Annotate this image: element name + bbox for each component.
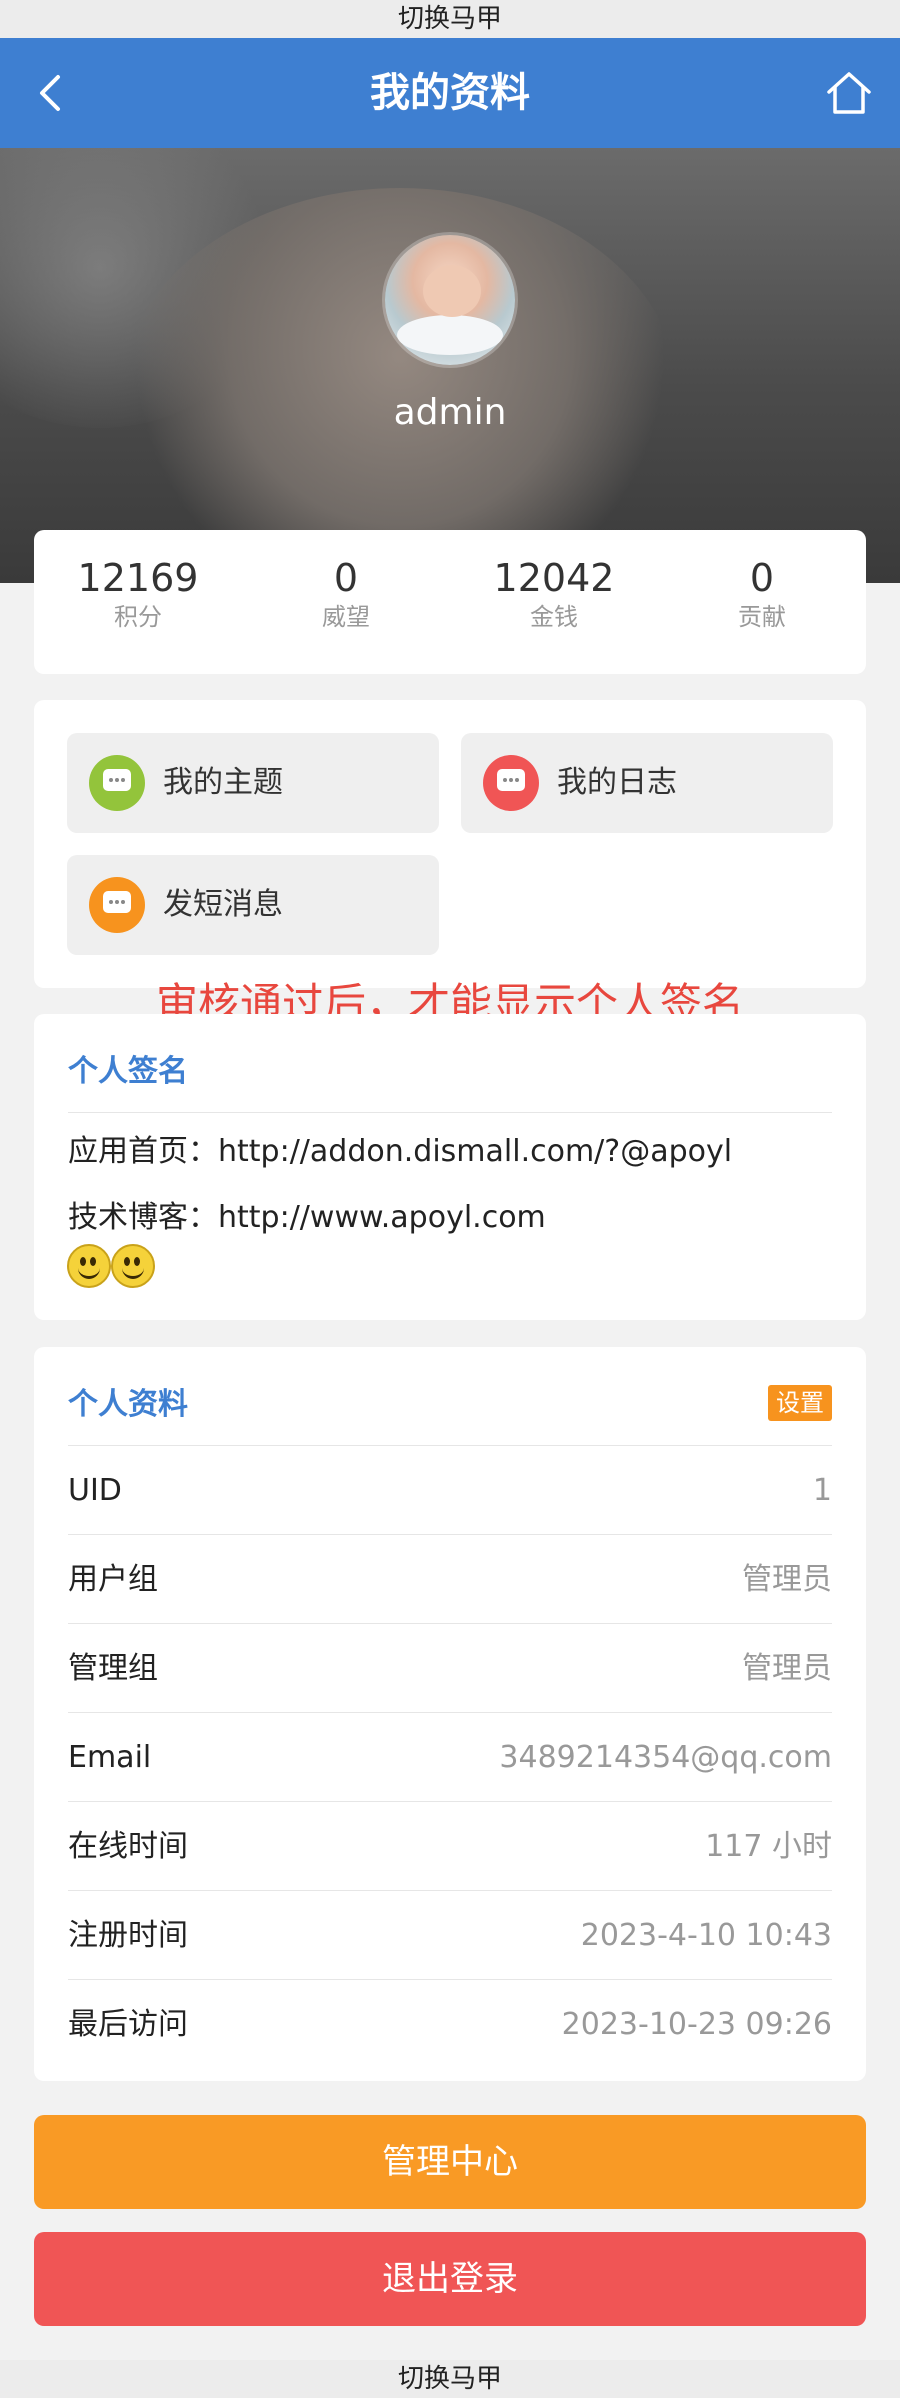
stat-value: 12042: [493, 556, 615, 600]
my-threads-button[interactable]: 我的主题: [67, 733, 439, 833]
row-value: 管理员: [742, 1651, 832, 1686]
admin-center-button[interactable]: 管理中心: [34, 2115, 866, 2209]
row-value: 2023-4-10 10:43: [580, 1918, 832, 1953]
profile-row-last-visit: 最后访问 2023-10-23 09:26: [68, 1979, 832, 2069]
home-icon[interactable]: [824, 68, 874, 118]
profile-row-register-time: 注册时间 2023-4-10 10:43: [68, 1890, 832, 1980]
row-value: 管理员: [742, 1562, 832, 1597]
stat-contribution: 0 贡献: [658, 530, 866, 634]
row-key: 注册时间: [68, 1918, 188, 1953]
row-value: 117 小时: [705, 1829, 832, 1864]
menu-label: 我的主题: [163, 765, 283, 800]
row-value: 3489214354@qq.com: [499, 1740, 832, 1775]
row-key: UID: [68, 1473, 122, 1508]
page-title: 我的资料: [370, 70, 530, 116]
row-value: 2023-10-23 09:26: [561, 2007, 832, 2042]
signature-line: 应用首页：http://addon.dismall.com/?@apoyl: [68, 1134, 733, 1169]
row-key: 在线时间: [68, 1829, 188, 1864]
stat-value: 0: [333, 556, 359, 600]
stat-label: 金钱: [530, 603, 578, 631]
chat-icon: [89, 877, 145, 933]
row-value: 1: [812, 1473, 832, 1508]
stat-label: 积分: [114, 603, 162, 631]
switch-account-banner-top[interactable]: 切换马甲: [0, 0, 900, 38]
send-message-button[interactable]: 发短消息: [67, 855, 439, 955]
row-key: 最后访问: [68, 2007, 188, 2042]
profile-card: 个人资料 设置 UID 1 用户组 管理员 管理组 管理员 Email 3489…: [34, 1347, 866, 2081]
settings-button[interactable]: 设置: [768, 1385, 832, 1421]
my-blog-button[interactable]: 我的日志: [461, 733, 833, 833]
stat-value: 12169: [77, 556, 199, 600]
stat-prestige: 0 威望: [242, 530, 450, 634]
profile-row-online-time: 在线时间 117 小时: [68, 1801, 832, 1891]
smiley-emoji-icon: [67, 1244, 111, 1288]
row-key: 管理组: [68, 1651, 158, 1686]
stats-card: 12169 积分 0 威望 12042 金钱 0 贡献: [34, 530, 866, 674]
signature-title: 个人签名: [68, 1054, 188, 1089]
signature-line: 技术博客：http://www.apoyl.com: [68, 1200, 546, 1235]
menu-card: 我的主题 我的日志 发短消息: [34, 700, 866, 988]
logout-button[interactable]: 退出登录: [34, 2232, 866, 2326]
switch-account-banner-bottom[interactable]: 切换马甲: [0, 2360, 900, 2398]
stat-value: 0: [749, 556, 775, 600]
smiley-emoji-icon: [111, 1244, 155, 1288]
signature-card: 个人签名 应用首页：http://addon.dismall.com/?@apo…: [34, 1014, 866, 1320]
profile-title: 个人资料: [68, 1387, 188, 1422]
header-bar: 我的资料: [0, 38, 900, 148]
divider: [68, 1112, 832, 1113]
username: admin: [393, 392, 507, 433]
profile-row-usergroup: 用户组 管理员: [68, 1534, 832, 1624]
profile-row-admingroup: 管理组 管理员: [68, 1623, 832, 1713]
profile-row-uid: UID 1: [68, 1445, 832, 1535]
chat-bubble-icon: [89, 755, 145, 811]
stat-points: 12169 积分: [34, 530, 242, 634]
stat-label: 贡献: [738, 603, 786, 631]
stat-label: 威望: [322, 603, 370, 631]
row-key: Email: [68, 1740, 152, 1775]
menu-label: 发短消息: [163, 887, 283, 922]
message-icon: [483, 755, 539, 811]
row-key: 用户组: [68, 1562, 158, 1597]
avatar[interactable]: [385, 235, 515, 365]
profile-row-email: Email 3489214354@qq.com: [68, 1712, 832, 1802]
stat-money: 12042 金钱: [450, 530, 658, 634]
profile-cover: [0, 148, 900, 583]
menu-label: 我的日志: [557, 765, 677, 800]
